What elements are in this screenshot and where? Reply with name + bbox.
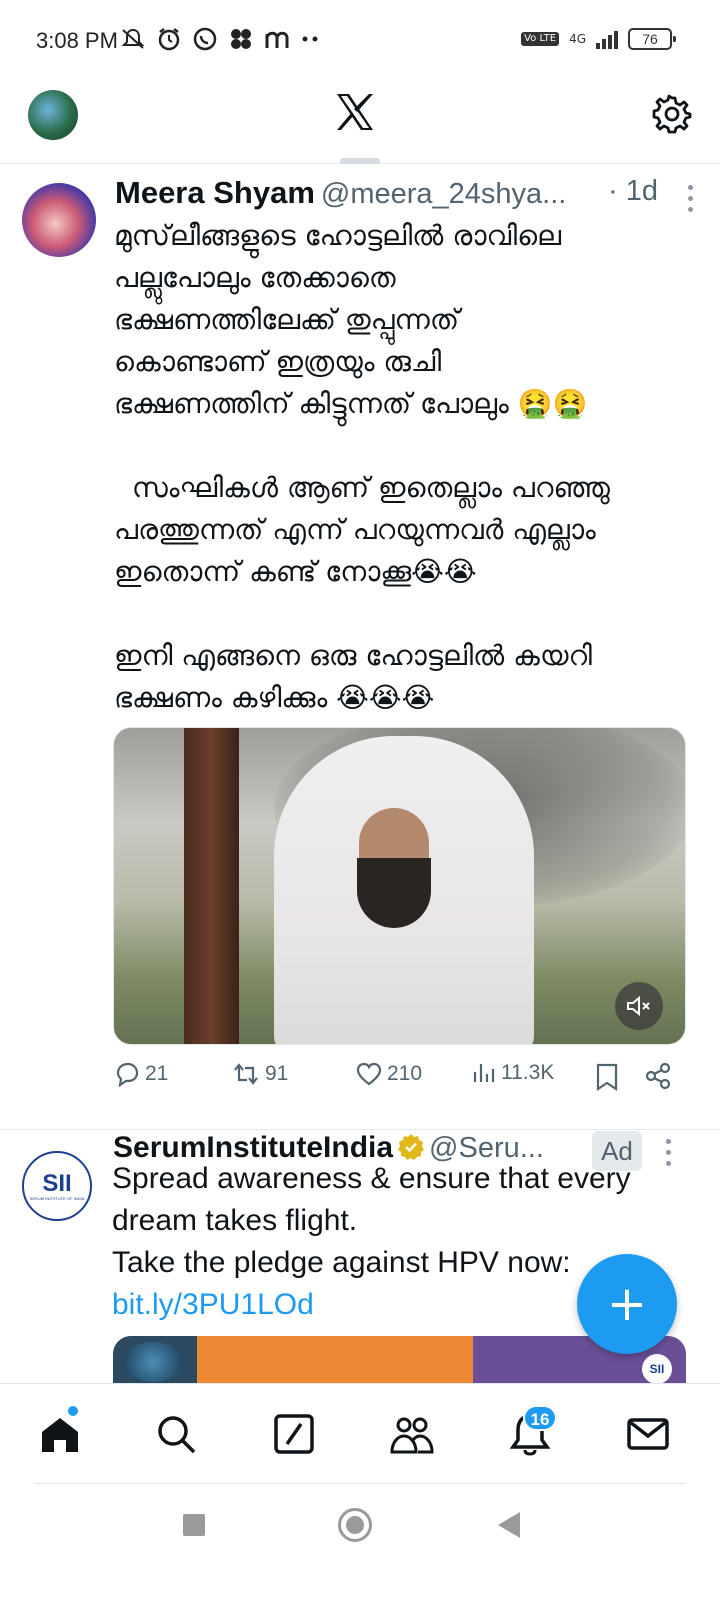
ad-text-line: dream takes flight. <box>112 1204 358 1237</box>
verified-badge-icon <box>398 1134 425 1160</box>
whatsapp-icon <box>193 27 217 51</box>
like-count: 210 <box>387 1062 423 1085</box>
home-icon[interactable] <box>38 1412 82 1456</box>
ad-text-line: Spread awareness & ensure that every <box>112 1162 631 1195</box>
status-time: 3:08 PM <box>36 28 118 53</box>
analytics-icon <box>473 1064 495 1082</box>
tweet-video[interactable] <box>113 727 686 1045</box>
network-type: 4G <box>569 32 586 46</box>
home-unread-dot <box>68 1406 78 1416</box>
battery-icon: 76 <box>628 28 676 50</box>
status-notification-icons <box>120 26 322 52</box>
volte-badge: Vo LTE <box>521 32 560 46</box>
tweet-timestamp[interactable]: · 1d <box>608 175 658 208</box>
messages-icon[interactable] <box>626 1412 670 1456</box>
reply-button[interactable]: 21 <box>113 1060 168 1088</box>
more-options-icon[interactable] <box>685 185 695 215</box>
view-count: 11.3K <box>501 1061 555 1084</box>
system-navigation-bar <box>0 1484 720 1600</box>
author-name[interactable]: Meera Shyam <box>115 175 315 210</box>
plus-icon: + <box>606 1276 648 1332</box>
heart-icon <box>356 1062 382 1086</box>
grok-icon[interactable] <box>272 1412 316 1456</box>
top-app-bar <box>0 80 720 164</box>
alarm-icon <box>158 28 180 51</box>
ad-image-logo: SII <box>642 1354 672 1384</box>
reply-count: 21 <box>145 1062 169 1085</box>
status-bar: 3:08 PM Vo LTE 4G 76 <box>0 0 720 80</box>
advertiser-avatar[interactable]: SII SERUM INSTITUTE OF INDIA <box>22 1151 92 1221</box>
profile-avatar[interactable] <box>28 90 78 140</box>
advertiser-avatar-logo: SII <box>42 1169 72 1197</box>
muted-notifications-icon <box>121 28 145 49</box>
reply-icon <box>116 1062 139 1088</box>
home-system-button[interactable] <box>338 1508 372 1542</box>
advertiser-avatar-subtext: SERUM INSTITUTE OF INDIA <box>29 1195 85 1201</box>
like-button[interactable]: 210 <box>355 1060 422 1088</box>
volume-muted-icon <box>627 995 650 1017</box>
signal-icon <box>596 29 618 49</box>
x-logo-icon[interactable] <box>335 92 375 132</box>
tweet[interactable]: Meera Shyam @meera_24shya... · 1d മുസ്‌ലീ… <box>0 165 720 1130</box>
tweet-header: Meera Shyam @meera_24shya... · 1d <box>115 175 695 215</box>
tweet-text: മുസ്‌ലീങ്ങളുടെ ഹോട്ടലിൽ രാവിലെ പല്ലുപോലു… <box>114 219 610 714</box>
virus-graphic <box>123 1342 183 1382</box>
compose-button[interactable]: + <box>577 1254 677 1354</box>
status-system-icons: Vo LTE 4G 76 <box>521 28 676 50</box>
bottom-navigation: 16 <box>0 1383 720 1483</box>
communities-icon[interactable] <box>390 1412 434 1456</box>
author-handle[interactable]: @meera_24shya... <box>321 178 566 210</box>
refresh-handle <box>340 158 380 164</box>
repost-count: 91 <box>265 1062 289 1085</box>
repost-button[interactable]: 91 <box>231 1060 288 1088</box>
back-button[interactable] <box>498 1512 520 1538</box>
m-icon <box>265 31 289 48</box>
more-dots-icon <box>302 36 318 42</box>
notifications-badge: 16 <box>523 1405 557 1431</box>
mute-button[interactable] <box>615 982 663 1030</box>
search-icon[interactable] <box>154 1412 198 1456</box>
views-button[interactable]: 11.3K <box>471 1060 554 1086</box>
share-icon[interactable] <box>644 1062 672 1090</box>
recents-button[interactable] <box>183 1514 205 1536</box>
author-avatar[interactable] <box>22 183 96 257</box>
tweet-actions: 21 91 210 11.3K <box>113 1060 693 1100</box>
gear-icon[interactable] <box>652 94 692 134</box>
pinwheel-icon <box>231 29 251 49</box>
bookmark-icon[interactable] <box>594 1062 620 1092</box>
repost-icon <box>234 1063 258 1085</box>
